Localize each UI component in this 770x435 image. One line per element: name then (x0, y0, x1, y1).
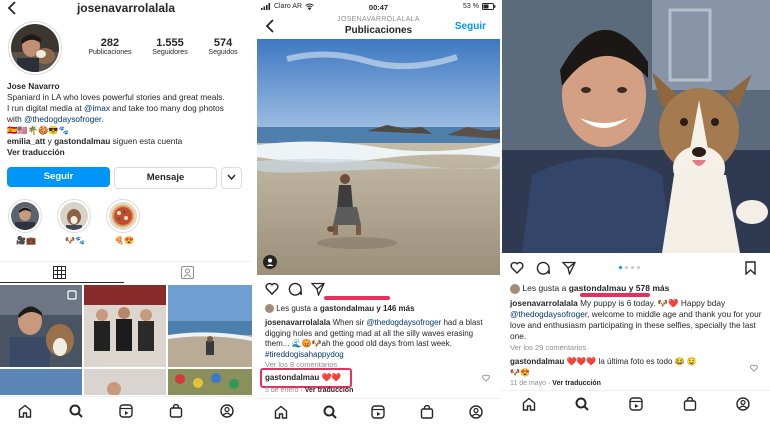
grid-tab-icon[interactable] (53, 266, 66, 279)
grid-photo-row2-3[interactable] (168, 369, 252, 395)
stat-followers[interactable]: 1.555 Seguidores (152, 37, 187, 56)
highlight-3-label: 🍕😍 (114, 236, 134, 245)
save-icon[interactable] (745, 261, 756, 275)
carousel-dot (625, 266, 628, 269)
highlight-underline (324, 296, 390, 300)
tagged-tab-icon[interactable] (181, 266, 194, 279)
hashtag-link[interactable]: #tireddogisahappydog (265, 350, 344, 359)
caption-mention-link[interactable]: @thedogdaysofroger (510, 309, 587, 319)
feed-screen: Claro AR 00:47 53 % JOSENAVARROLALALA Pu… (257, 0, 500, 435)
highlight-2-label: 🐶🐾 (65, 236, 85, 245)
highlight-2[interactable] (57, 199, 91, 233)
followed-by[interactable]: emilia_att y gastondalmau siguen esta cu… (7, 136, 249, 147)
translate-link[interactable]: Ver traducción (7, 147, 249, 158)
translate-link[interactable]: Ver traducción (552, 380, 601, 387)
comment-icon[interactable] (536, 261, 550, 275)
battery-icon (482, 3, 496, 10)
carousel-dots (619, 266, 640, 269)
grid-photo-beach[interactable] (168, 285, 252, 367)
comment-like-icon[interactable] (482, 374, 490, 382)
bio-line-3: with @thedogdaysofroger. (7, 114, 104, 124)
shop-icon[interactable] (420, 404, 434, 419)
active-tab-indicator (0, 282, 124, 283)
stat-posts[interactable]: 282 Publicaciones (88, 37, 131, 56)
profile-icon[interactable] (468, 404, 483, 419)
translate-link[interactable]: Ver traducción (305, 387, 354, 394)
view-comments-link[interactable]: Ver los 29 comentarios (510, 343, 586, 352)
dog-selfie-photo[interactable] (502, 0, 770, 253)
search-icon[interactable] (575, 397, 590, 411)
highlight-1[interactable] (8, 199, 42, 233)
bottom-nav (502, 390, 770, 416)
home-icon[interactable] (274, 405, 288, 419)
bio: Jose Navarro Spaniard in LA who loves po… (7, 81, 249, 158)
profile-icon[interactable] (220, 403, 234, 418)
likes-line[interactable]: Les gusta a gastondalmau y 146 más (265, 304, 497, 314)
like-icon[interactable] (510, 261, 524, 274)
bio-emojis: 🇪🇸🇺🇸🌴🍪😎🐾 (7, 125, 69, 135)
caption-mention-link[interactable]: @thedogdaysofroger (366, 318, 441, 327)
post-meta: 11 de mayo · Ver traducción (510, 380, 601, 387)
highlight-3[interactable] (106, 199, 140, 233)
reels-icon[interactable] (371, 404, 386, 419)
liker-avatar (265, 304, 274, 314)
suggested-dropdown-button[interactable] (221, 167, 242, 189)
profile-name: Jose Navarro (7, 81, 60, 91)
like-icon[interactable] (265, 282, 279, 295)
chevron-down-icon (227, 174, 236, 181)
highlight-underline (580, 293, 650, 297)
beach-post-photo[interactable] (257, 39, 500, 275)
liker-avatar (510, 283, 520, 294)
comment: gastondalmau ❤️❤️❤️ la última foto es to… (510, 357, 697, 377)
avatar[interactable] (8, 21, 62, 75)
search-icon[interactable] (323, 405, 337, 419)
message-button[interactable]: Mensaje (114, 167, 217, 189)
post-caption: josenavarrolalala My puppy is 6 today. 🐶… (510, 298, 762, 341)
carousel-dot-active (619, 266, 622, 269)
grid-photo-group[interactable] (84, 285, 166, 367)
grid-photo-selfie-dog[interactable] (0, 285, 82, 367)
header-follow-link[interactable]: Seguir (455, 21, 486, 32)
profile-username: josenavarrolalala (76, 1, 176, 15)
search-icon[interactable] (69, 404, 83, 418)
comment-icon[interactable] (288, 282, 302, 296)
bio-line-2: I run digital media at @imax and take to… (7, 103, 224, 113)
post-caption: josenavarrolalala When sir @thedogdaysof… (265, 318, 483, 359)
follow-button[interactable]: Seguir (7, 167, 110, 187)
comment-like-icon[interactable] (750, 364, 758, 372)
profile-screen: josenavarrolalala 282 Publicaciones 1.55… (0, 0, 252, 435)
home-icon[interactable] (522, 397, 536, 411)
reels-icon[interactable] (629, 396, 643, 411)
bio-line-1: Spaniard in LA who loves powerful storie… (7, 92, 225, 102)
shop-icon[interactable] (169, 403, 183, 418)
profile-icon[interactable] (736, 396, 750, 411)
highlight-1-label: 🎥💼 (16, 236, 36, 245)
tagged-user-icon[interactable] (263, 255, 277, 269)
home-icon[interactable] (18, 404, 32, 418)
share-icon[interactable] (311, 282, 325, 296)
post-screen: Les gusta a gastondalmau y 578 más josen… (502, 0, 770, 435)
imax-mention-link[interactable]: @imax (84, 103, 110, 113)
dog-account-mention-link[interactable]: @thedogdaysofroger (24, 114, 101, 124)
comment-highlight-box (260, 368, 352, 388)
post-meta: 5 de enero · Ver traducción (265, 387, 354, 394)
carousel-dot (631, 266, 634, 269)
bottom-nav (0, 396, 252, 424)
stat-following[interactable]: 574 Seguidos (208, 37, 237, 56)
reels-icon[interactable] (119, 403, 133, 418)
carousel-dot (637, 266, 640, 269)
grid-photo-row2-1[interactable] (0, 369, 82, 395)
grid-photo-row2-2[interactable] (84, 369, 166, 395)
status-bar-right: 53 % (463, 3, 496, 10)
share-icon[interactable] (562, 261, 576, 275)
shop-icon[interactable] (683, 396, 697, 411)
bottom-nav (257, 398, 500, 424)
